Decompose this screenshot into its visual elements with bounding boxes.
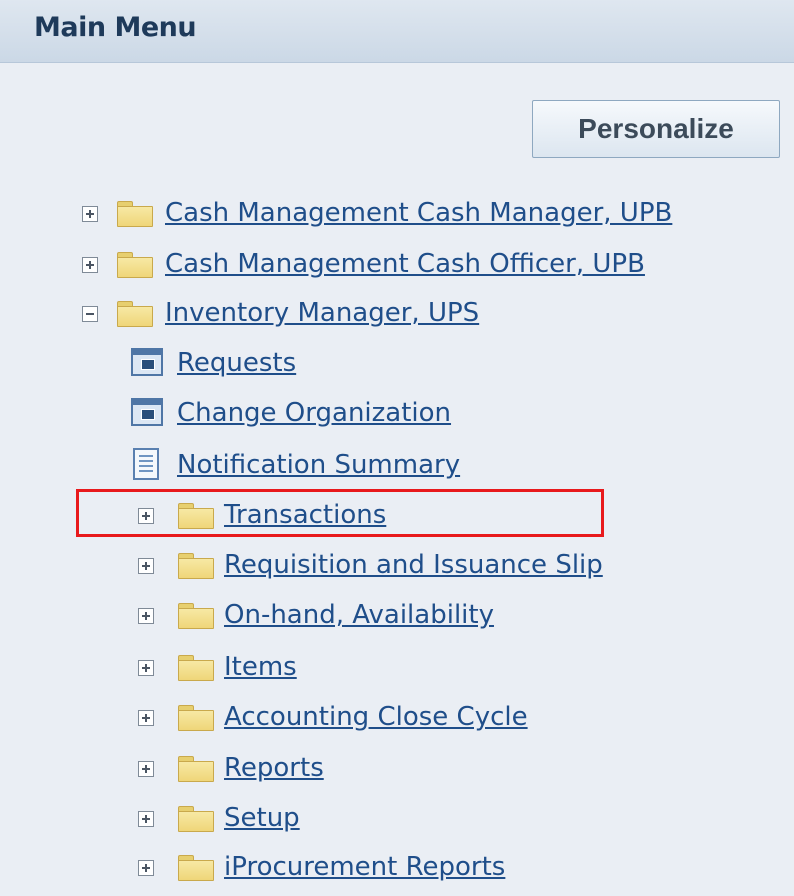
expand-icon[interactable]	[138, 860, 154, 876]
expand-icon[interactable]	[82, 257, 98, 273]
tree-row-requests: Requests	[0, 348, 794, 392]
expand-icon[interactable]	[138, 710, 154, 726]
menu-link-on-hand-availability[interactable]: On-hand, Availability	[224, 600, 494, 630]
tree-row-accounting-close-cycle: Accounting Close Cycle	[0, 702, 794, 746]
menu-link-accounting-close-cycle[interactable]: Accounting Close Cycle	[224, 702, 528, 732]
folder-icon	[178, 603, 214, 629]
menu-link-items[interactable]: Items	[224, 652, 297, 682]
folder-icon	[178, 553, 214, 579]
folder-icon	[117, 201, 153, 227]
menu-link-inventory-manager[interactable]: Inventory Manager, UPS	[165, 298, 479, 328]
menu-link-setup[interactable]: Setup	[224, 803, 300, 833]
tree-row-requisition-issuance-slip: Requisition and Issuance Slip	[0, 550, 794, 594]
highlight-box	[76, 489, 604, 537]
expand-icon[interactable]	[138, 761, 154, 777]
tree-row-setup: Setup	[0, 803, 794, 847]
menu-link-requests[interactable]: Requests	[177, 348, 296, 378]
folder-icon	[178, 705, 214, 731]
folder-icon	[178, 756, 214, 782]
tree-row-change-organization: Change Organization	[0, 398, 794, 442]
menu-link-requisition-issuance-slip[interactable]: Requisition and Issuance Slip	[224, 550, 603, 580]
menu-link-iprocurement-reports[interactable]: iProcurement Reports	[224, 852, 505, 882]
function-window-icon	[131, 348, 163, 376]
menu-link-reports[interactable]: Reports	[224, 753, 324, 783]
tree-row-iprocurement-reports: iProcurement Reports	[0, 852, 794, 896]
personalize-button[interactable]: Personalize	[532, 100, 780, 158]
expand-icon[interactable]	[138, 608, 154, 624]
main-menu-header: Main Menu	[0, 0, 794, 63]
document-list-icon	[133, 448, 159, 480]
expand-icon[interactable]	[82, 206, 98, 222]
folder-icon	[178, 655, 214, 681]
function-window-icon	[131, 398, 163, 426]
tree-row-reports: Reports	[0, 753, 794, 797]
tree-row-cash-officer: Cash Management Cash Officer, UPB	[0, 249, 794, 293]
tree-row-items: Items	[0, 652, 794, 696]
expand-icon[interactable]	[138, 811, 154, 827]
folder-icon	[117, 252, 153, 278]
expand-icon[interactable]	[138, 660, 154, 676]
menu-link-cash-manager[interactable]: Cash Management Cash Manager, UPB	[165, 198, 672, 228]
menu-link-notification-summary[interactable]: Notification Summary	[177, 450, 460, 480]
tree-row-on-hand-availability: On-hand, Availability	[0, 600, 794, 644]
collapse-icon[interactable]	[82, 306, 98, 322]
tree-row-inventory-manager: Inventory Manager, UPS	[0, 298, 794, 342]
expand-icon[interactable]	[138, 558, 154, 574]
menu-link-cash-officer[interactable]: Cash Management Cash Officer, UPB	[165, 249, 645, 279]
tree-row-cash-manager: Cash Management Cash Manager, UPB	[0, 198, 794, 242]
tree-row-notification-summary: Notification Summary	[0, 448, 794, 494]
page-title: Main Menu	[34, 12, 197, 43]
menu-link-change-organization[interactable]: Change Organization	[177, 398, 451, 428]
folder-icon	[178, 806, 214, 832]
folder-icon	[117, 301, 153, 327]
folder-icon	[178, 855, 214, 881]
